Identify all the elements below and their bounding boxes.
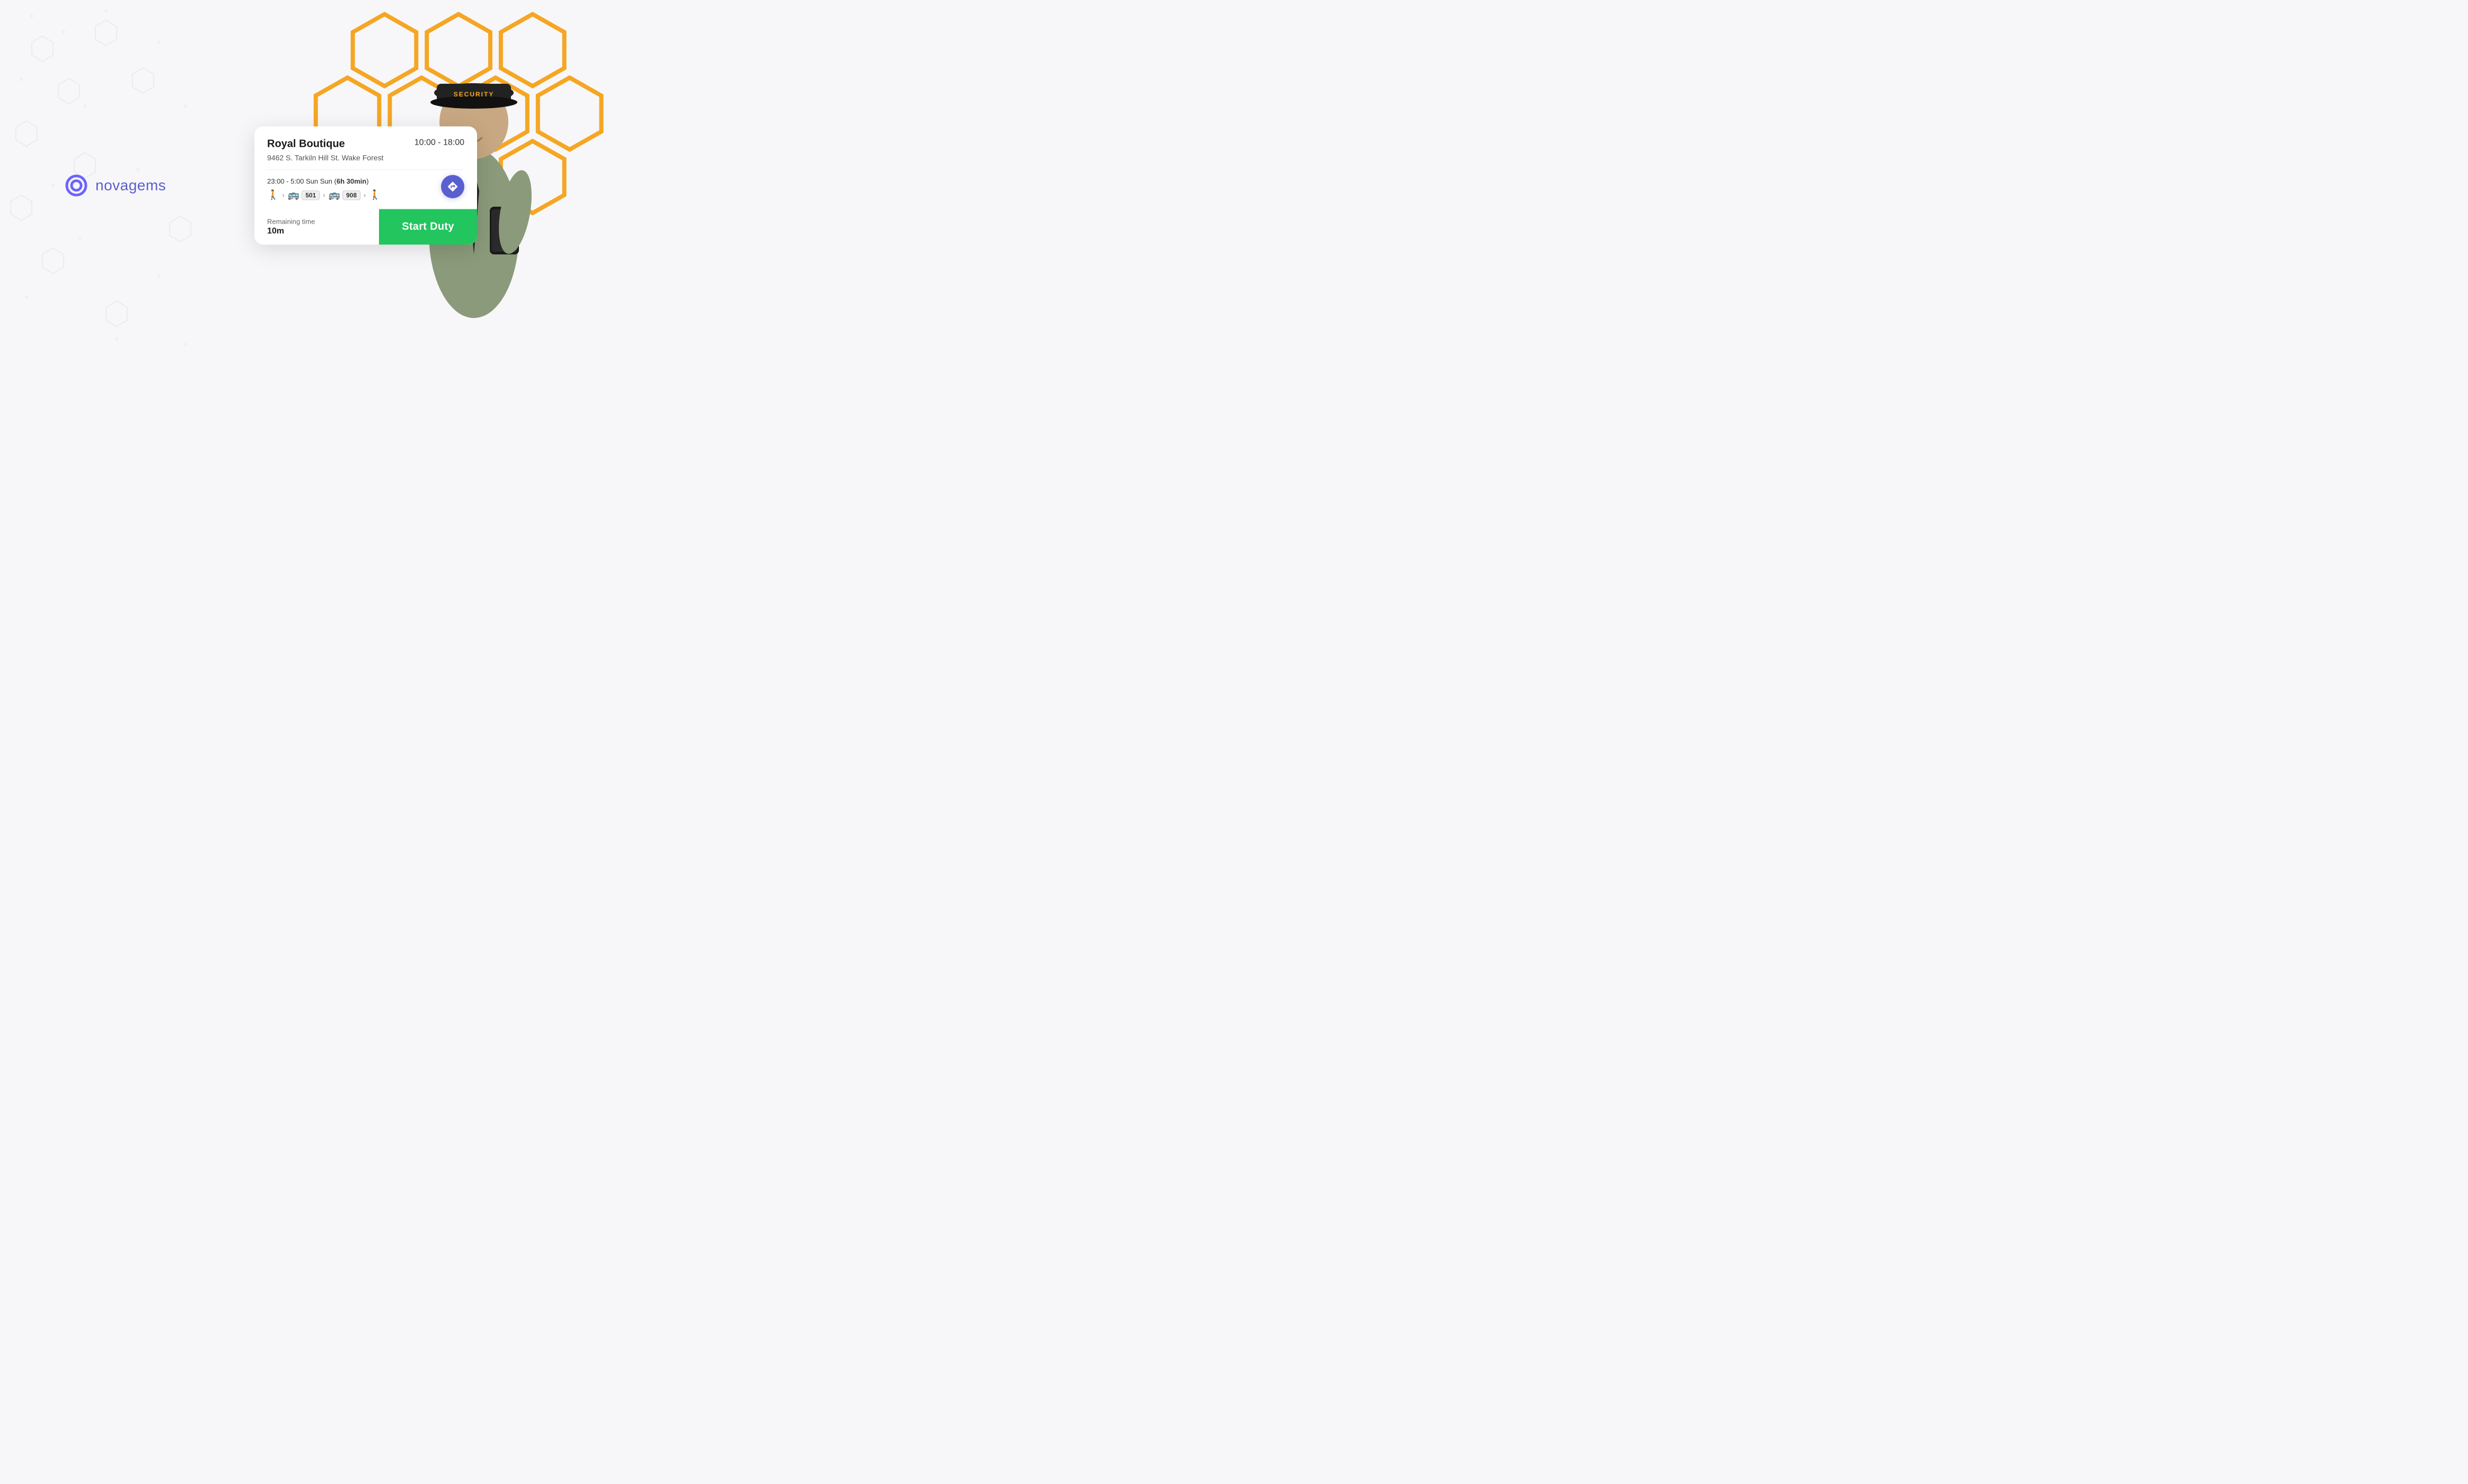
logo-text: novagems — [95, 177, 166, 194]
walk-end-icon: 🚶 — [369, 190, 381, 201]
card-bottom: Remaining time 10m Start Duty — [254, 209, 477, 245]
remaining-label: Remaining time — [267, 218, 366, 226]
start-duty-button[interactable]: Start Duty — [379, 209, 477, 245]
bus-icon-1: 🚌 — [288, 190, 299, 201]
transit-section: 23:00 - 5:00 Sun Sun (6h 30min) 🚶 › 🚌 50… — [254, 178, 477, 201]
walk-start-icon: 🚶 — [267, 190, 279, 201]
directions-icon — [447, 181, 459, 192]
chevron-icon-2: › — [323, 191, 325, 199]
chevron-icon-1: › — [282, 191, 284, 199]
venue-address: 9462 S. Tarkiln Hill St. Wake Forest — [267, 154, 464, 162]
chevron-icon-3: › — [364, 191, 366, 199]
logo-area: novagems — [64, 173, 166, 198]
ring-icon — [64, 173, 89, 198]
remaining-value: 10m — [267, 227, 366, 236]
transit-time: 23:00 - 5:00 Sun Sun (6h 30min) — [267, 178, 464, 186]
bus-badge-908: 908 — [342, 190, 360, 200]
svg-text:SECURITY: SECURITY — [454, 91, 495, 98]
bus-badge-501: 501 — [302, 190, 320, 200]
remaining-section: Remaining time 10m — [254, 209, 379, 245]
duty-card: Royal Boutique 10:00 - 18:00 9462 S. Tar… — [254, 127, 477, 245]
venue-name: Royal Boutique — [267, 138, 345, 151]
card-top: Royal Boutique 10:00 - 18:00 9462 S. Tar… — [254, 127, 477, 170]
time-range: 10:00 - 18:00 — [415, 138, 464, 148]
card-header-row: Royal Boutique 10:00 - 18:00 — [267, 138, 464, 151]
bus-icon-2: 🚌 — [329, 190, 340, 201]
transit-icons: 🚶 › 🚌 501 › 🚌 908 › 🚶 — [267, 190, 464, 201]
route-button[interactable] — [441, 175, 464, 198]
